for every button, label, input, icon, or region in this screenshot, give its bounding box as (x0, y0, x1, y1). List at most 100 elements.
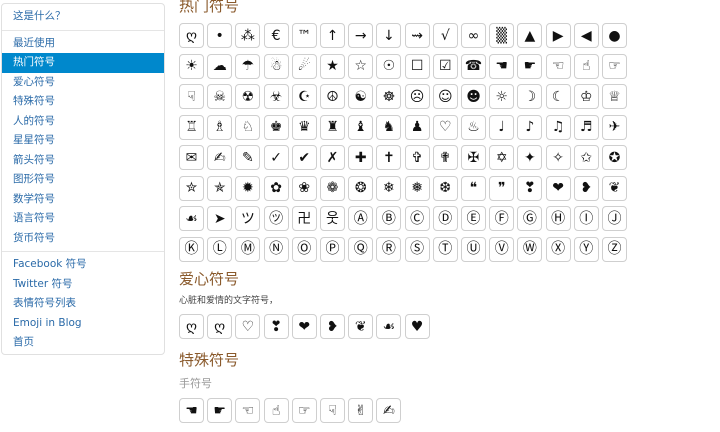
symbol-button[interactable]: Ⓖ (517, 206, 543, 231)
symbol-button[interactable]: ▶ (545, 23, 571, 48)
sidebar-item[interactable]: 这是什么？ (2, 7, 164, 27)
symbol-button[interactable]: Ⓠ (348, 236, 374, 262)
symbol-button[interactable]: ✟ (432, 145, 458, 170)
symbol-button[interactable]: ☜ (235, 398, 261, 423)
symbol-button[interactable]: ღ (179, 23, 204, 48)
sidebar-item[interactable]: Twitter 符号 (2, 275, 164, 295)
symbol-button[interactable]: ⁂ (235, 23, 261, 48)
symbol-button[interactable]: ☛ (517, 53, 543, 79)
symbol-button[interactable]: ❝ (461, 175, 486, 201)
symbol-button[interactable]: ღ (207, 314, 233, 339)
symbol-button[interactable]: ✓ (263, 145, 289, 170)
symbol-button[interactable]: Ⓣ (432, 236, 458, 262)
symbol-button[interactable]: ✎ (235, 145, 261, 170)
symbol-button[interactable]: ❤ (545, 175, 571, 201)
sidebar-item[interactable]: 图形符号 (2, 170, 164, 190)
symbol-button[interactable]: ☾ (545, 84, 571, 109)
symbol-button[interactable]: ♥ (404, 314, 430, 339)
sidebar-item[interactable]: 箭头符号 (2, 151, 164, 171)
symbol-button[interactable]: ▒ (489, 23, 515, 48)
symbol-button[interactable]: ◀ (573, 23, 599, 48)
symbol-button[interactable]: ☟ (320, 398, 345, 423)
symbol-button[interactable]: ❥ (320, 314, 345, 339)
symbol-button[interactable]: ♘ (235, 114, 261, 140)
symbol-button[interactable]: ✈ (602, 114, 627, 140)
symbol-button[interactable]: ☞ (602, 53, 627, 79)
symbol-button[interactable]: ✿ (263, 175, 289, 201)
symbol-button[interactable]: ☣ (263, 84, 289, 109)
symbol-button[interactable]: ☢ (235, 84, 261, 109)
symbol-button[interactable]: ♞ (376, 114, 402, 140)
sidebar-item[interactable]: 最近使用 (2, 34, 164, 54)
symbol-button[interactable]: ✚ (348, 145, 374, 170)
symbol-button[interactable]: → (348, 23, 374, 48)
symbol-button[interactable]: ♖ (179, 114, 204, 140)
symbol-button[interactable]: ♔ (573, 84, 599, 109)
symbol-button[interactable]: ❤ (291, 314, 317, 339)
symbol-button[interactable]: Ⓛ (207, 236, 233, 262)
symbol-button[interactable]: ☮ (320, 84, 345, 109)
symbol-button[interactable]: ☯ (348, 84, 374, 109)
symbol-button[interactable]: ☛ (207, 398, 233, 423)
symbol-button[interactable]: √ (432, 23, 458, 48)
symbol-button[interactable]: ☝ (573, 53, 599, 79)
symbol-button[interactable]: ღ (179, 314, 204, 339)
symbol-button[interactable]: ♚ (263, 114, 289, 140)
symbol-button[interactable]: ☺ (432, 84, 458, 109)
symbol-button[interactable]: ❅ (404, 175, 430, 201)
symbol-button[interactable]: Ⓓ (432, 206, 458, 231)
sidebar-item[interactable]: 语言符号 (2, 209, 164, 229)
symbol-button[interactable]: € (263, 23, 289, 48)
symbol-button[interactable]: ☪ (291, 84, 317, 109)
symbol-button[interactable]: ☙ (376, 314, 402, 339)
symbol-button[interactable]: ☠ (207, 84, 233, 109)
symbol-button[interactable]: ☹ (404, 84, 430, 109)
symbol-button[interactable]: ♨ (461, 114, 486, 140)
symbol-button[interactable]: ✪ (602, 145, 627, 170)
symbol-button[interactable]: ✍ (376, 398, 402, 423)
sidebar-item[interactable]: 表情符号列表 (2, 294, 164, 314)
symbol-button[interactable]: Ⓜ (235, 236, 261, 262)
symbol-button[interactable]: Ⓨ (573, 236, 599, 262)
symbol-button[interactable]: Ⓐ (348, 206, 374, 231)
sidebar-item[interactable]: 首页 (2, 333, 164, 353)
symbol-button[interactable]: ☚ (179, 398, 204, 423)
symbol-button[interactable]: ツ (235, 206, 261, 231)
symbol-button[interactable]: Ⓥ (489, 236, 515, 262)
symbol-button[interactable]: 웃 (320, 206, 345, 231)
symbol-button[interactable]: ☝ (263, 398, 289, 423)
symbol-button[interactable]: ☚ (489, 53, 515, 79)
symbol-button[interactable]: ♗ (207, 114, 233, 140)
symbol-button[interactable]: ⇝ (404, 23, 430, 48)
symbol-button[interactable]: ☜ (545, 53, 571, 79)
symbol-button[interactable]: ☽ (517, 84, 543, 109)
symbol-button[interactable]: ☙ (179, 206, 204, 231)
symbol-button[interactable]: ❣ (517, 175, 543, 201)
symbol-button[interactable]: Ⓢ (404, 236, 430, 262)
sidebar-item[interactable]: 货币符号 (2, 229, 164, 249)
symbol-button[interactable]: ☁ (207, 53, 233, 79)
symbol-button[interactable]: ☐ (404, 53, 430, 79)
symbol-button[interactable]: Ⓝ (263, 236, 289, 262)
symbol-button[interactable]: ♫ (545, 114, 571, 140)
sidebar-item[interactable]: Facebook 符号 (2, 255, 164, 275)
symbol-button[interactable]: Ⓦ (517, 236, 543, 262)
symbol-button[interactable]: ☸ (376, 84, 402, 109)
symbol-button[interactable]: ☂ (235, 53, 261, 79)
symbol-button[interactable]: Ⓗ (545, 206, 571, 231)
symbol-button[interactable]: ♡ (235, 314, 261, 339)
symbol-button[interactable]: Ⓤ (461, 236, 486, 262)
symbol-button[interactable]: Ⓚ (179, 236, 204, 262)
symbol-button[interactable]: ❥ (573, 175, 599, 201)
symbol-button[interactable]: ✧ (545, 145, 571, 170)
symbol-button[interactable]: ☟ (179, 84, 204, 109)
symbol-button[interactable]: ✗ (320, 145, 345, 170)
sidebar-item[interactable]: Emoji in Blog (2, 314, 164, 334)
symbol-button[interactable]: Ⓒ (404, 206, 430, 231)
symbol-button[interactable]: ❂ (348, 175, 374, 201)
sidebar-item[interactable]: 爱心符号 (2, 73, 164, 93)
symbol-button[interactable]: ✹ (235, 175, 261, 201)
symbol-button[interactable]: ™ (291, 23, 317, 48)
sidebar-item[interactable]: 星星符号 (2, 131, 164, 151)
symbol-button[interactable]: ❦ (348, 314, 374, 339)
